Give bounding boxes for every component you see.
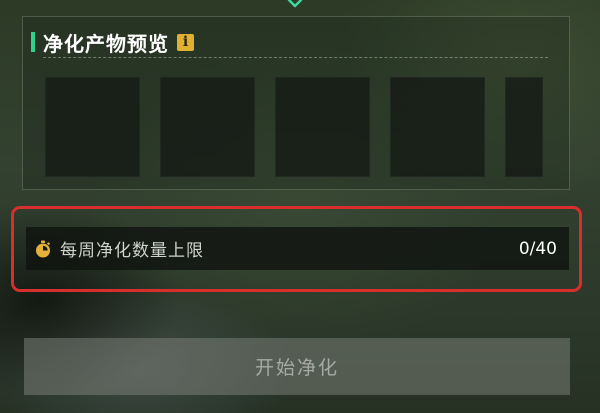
preview-slot[interactable] [390, 77, 485, 177]
stopwatch-icon [36, 240, 50, 257]
chevron-down-icon[interactable] [285, 0, 305, 12]
title-accent-bar [31, 32, 35, 52]
title-divider [43, 57, 548, 58]
purification-preview-panel: 净化产物预览 i [22, 16, 570, 190]
preview-slot[interactable] [275, 77, 370, 177]
panel-header: 净化产物预览 i [31, 31, 194, 56]
weekly-limit-bar: 每周净化数量上限 0/40 [26, 227, 569, 270]
preview-slot[interactable] [160, 77, 255, 177]
preview-slots [45, 77, 550, 177]
preview-slot[interactable] [505, 77, 543, 177]
weekly-limit-value: 0/40 [518, 238, 557, 259]
start-purification-button[interactable]: 开始净化 [24, 338, 570, 395]
weekly-limit-label: 每周净化数量上限 [60, 241, 204, 261]
preview-slot[interactable] [45, 77, 140, 177]
info-icon[interactable]: i [177, 33, 194, 51]
panel-title: 净化产物预览 [43, 31, 169, 56]
